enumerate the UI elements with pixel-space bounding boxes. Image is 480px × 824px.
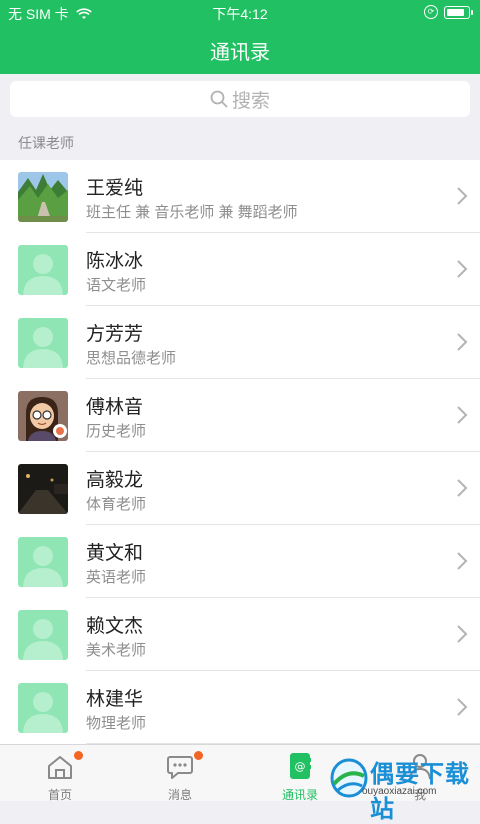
chevron-right-icon xyxy=(457,333,468,351)
watermark-url: ouyaoxiazai.com xyxy=(362,786,437,797)
default-avatar-icon xyxy=(18,683,68,733)
contact-role: 英语老师 xyxy=(86,569,147,586)
status-time: 下午4:12 xyxy=(212,6,268,22)
contact-row[interactable]: 林建华 物理老师 xyxy=(0,671,480,744)
search-icon xyxy=(210,90,228,108)
contact-name: 方芳芳 xyxy=(86,324,144,345)
svg-text:@: @ xyxy=(295,760,306,773)
contact-role: 体育老师 xyxy=(86,496,147,513)
chevron-right-icon xyxy=(457,625,468,643)
chevron-right-icon xyxy=(457,260,468,278)
search-placeholder: 搜索 xyxy=(231,90,270,112)
contact-row[interactable]: 黄文和 英语老师 xyxy=(0,525,480,598)
default-avatar-icon xyxy=(18,610,68,660)
section-header: 任课老师 xyxy=(18,135,74,151)
contact-row[interactable]: 王爱纯 班主任 兼 音乐老师 兼 舞蹈老师 xyxy=(0,160,480,233)
default-avatar-icon xyxy=(18,537,68,587)
message-icon xyxy=(167,756,193,779)
watermark: 偶要下载站 ouyaoxiazai.com xyxy=(322,752,480,823)
contact-name: 黄文和 xyxy=(86,543,144,564)
page-title: 通讯录 xyxy=(210,42,270,64)
chevron-right-icon xyxy=(457,552,468,570)
contact-role: 物理老师 xyxy=(86,715,147,732)
contact-name: 赖文杰 xyxy=(86,616,144,637)
notification-badge xyxy=(194,751,203,760)
avatar xyxy=(18,391,68,441)
contact-role: 班主任 兼 音乐老师 兼 舞蹈老师 xyxy=(86,204,298,221)
contact-list: 王爱纯 班主任 兼 音乐老师 兼 舞蹈老师 陈冰冰 语文老师 方芳芳 思想品德老… xyxy=(0,160,480,744)
contact-role: 历史老师 xyxy=(86,423,147,440)
chevron-right-icon xyxy=(457,698,468,716)
contact-role: 思想品德老师 xyxy=(86,350,177,367)
contact-row[interactable]: 高毅龙 体育老师 xyxy=(0,452,480,525)
contact-name: 林建华 xyxy=(86,689,144,710)
contact-row[interactable]: 陈冰冰 语文老师 xyxy=(0,233,480,306)
tab-label: 消息 xyxy=(167,788,192,802)
contact-name: 高毅龙 xyxy=(86,470,144,491)
contact-name: 陈冰冰 xyxy=(86,251,144,272)
contacts-icon: @ xyxy=(290,753,311,779)
chevron-right-icon xyxy=(457,187,468,205)
battery-icon xyxy=(444,5,473,19)
contact-name: 王爱纯 xyxy=(86,178,144,199)
avatar xyxy=(18,464,68,514)
contact-row[interactable]: 方芳芳 思想品德老师 xyxy=(0,306,480,379)
status-bar: 无 SIM 卡 下午4:12 ⟳ xyxy=(0,0,480,24)
contact-role: 语文老师 xyxy=(86,277,147,294)
app-header: 无 SIM 卡 下午4:12 ⟳ 通讯录 xyxy=(0,0,480,74)
tab-home[interactable]: 首页 xyxy=(0,745,120,802)
search-area: 搜索 xyxy=(0,74,480,124)
search-input[interactable]: 搜索 xyxy=(10,81,470,117)
notification-badge xyxy=(74,751,83,760)
avatar xyxy=(18,172,68,222)
contact-row[interactable]: 赖文杰 美术老师 xyxy=(0,598,480,671)
contact-name: 傅林音 xyxy=(86,397,144,418)
home-icon xyxy=(48,756,72,779)
tab-label: 首页 xyxy=(47,788,72,802)
contact-role: 美术老师 xyxy=(86,642,147,659)
default-avatar-icon xyxy=(18,318,68,368)
tab-messages[interactable]: 消息 xyxy=(120,745,240,802)
contact-row[interactable]: 傅林音 历史老师 xyxy=(0,379,480,452)
rotation-lock-icon: ⟳ xyxy=(424,5,438,19)
status-right: ⟳ xyxy=(424,5,473,19)
default-avatar-icon xyxy=(18,245,68,295)
chevron-right-icon xyxy=(457,406,468,424)
chevron-right-icon xyxy=(457,479,468,497)
